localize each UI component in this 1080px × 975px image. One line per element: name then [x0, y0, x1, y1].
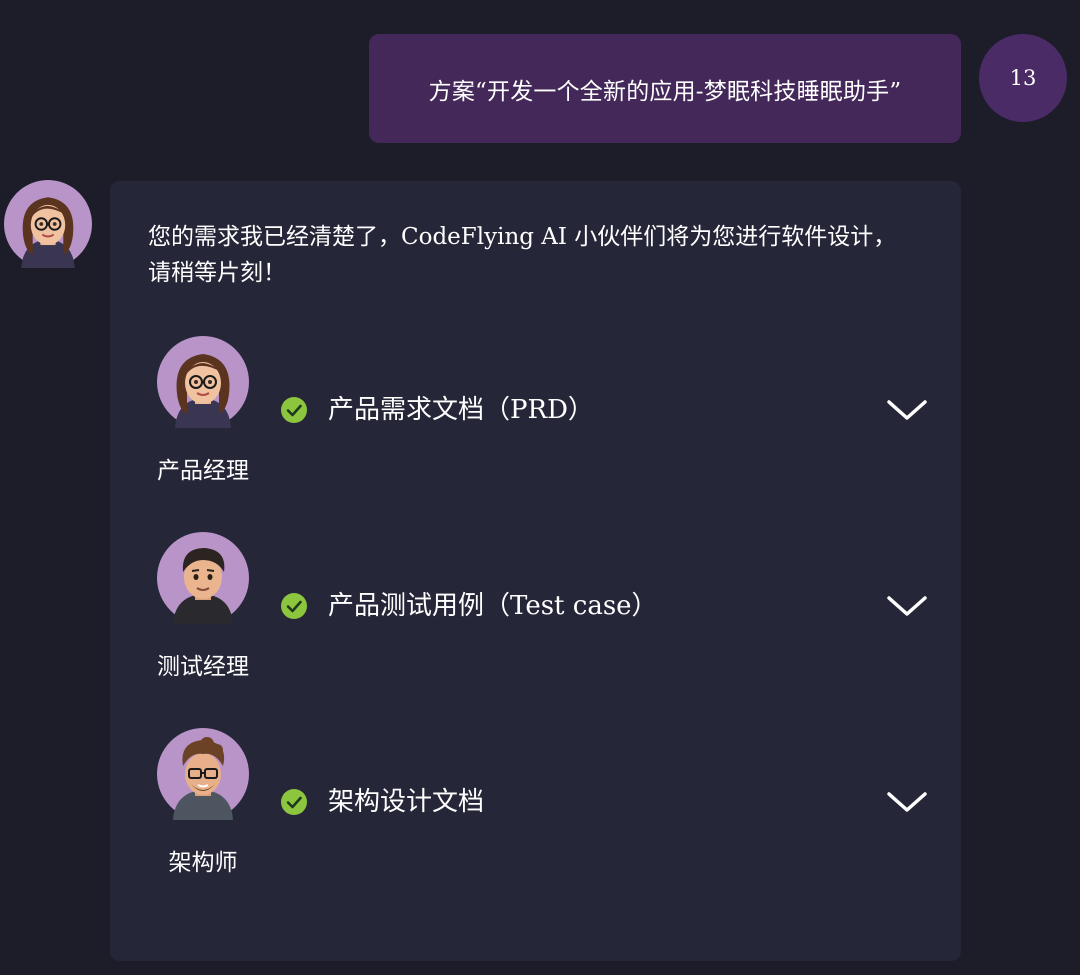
chevron-down-icon[interactable]: [885, 592, 929, 620]
chevron-down-icon[interactable]: [885, 788, 929, 816]
user-message-bubble: 方案“开发一个全新的应用-梦眠科技睡眠助手”: [369, 34, 961, 143]
product-manager-avatar: [157, 336, 249, 428]
role-name: 产品经理: [157, 458, 249, 484]
task-item-architecture: 架构师 架构设计文档: [110, 728, 961, 878]
check-circle-icon: [281, 593, 307, 619]
user-avatar[interactable]: 13: [979, 34, 1067, 122]
user-avatar-label: 13: [1009, 66, 1037, 90]
task-item-prd: 产品经理 产品需求文档（PRD）: [110, 336, 961, 486]
task-item-test-case: 测试经理 产品测试用例（Test case）: [110, 532, 961, 682]
test-manager-avatar: [157, 532, 249, 624]
architect-avatar: [157, 728, 249, 820]
assistant-avatar: [4, 180, 92, 268]
task-title: 产品需求文档（PRD）: [328, 395, 594, 425]
check-circle-icon: [281, 789, 307, 815]
task-title: 产品测试用例（Test case）: [328, 591, 658, 621]
role-name: 测试经理: [157, 654, 249, 680]
user-message-text: 方案“开发一个全新的应用-梦眠科技睡眠助手”: [428, 78, 902, 105]
chevron-down-icon[interactable]: [885, 396, 929, 424]
check-circle-icon: [281, 397, 307, 423]
assistant-intro-text: 您的需求我已经清楚了，CodeFlying AI 小伙伴们将为您进行软件设计，请…: [148, 224, 897, 286]
assistant-message-card: 您的需求我已经清楚了，CodeFlying AI 小伙伴们将为您进行软件设计，请…: [110, 181, 961, 961]
role-name: 架构师: [168, 850, 238, 876]
task-title: 架构设计文档: [328, 787, 485, 817]
